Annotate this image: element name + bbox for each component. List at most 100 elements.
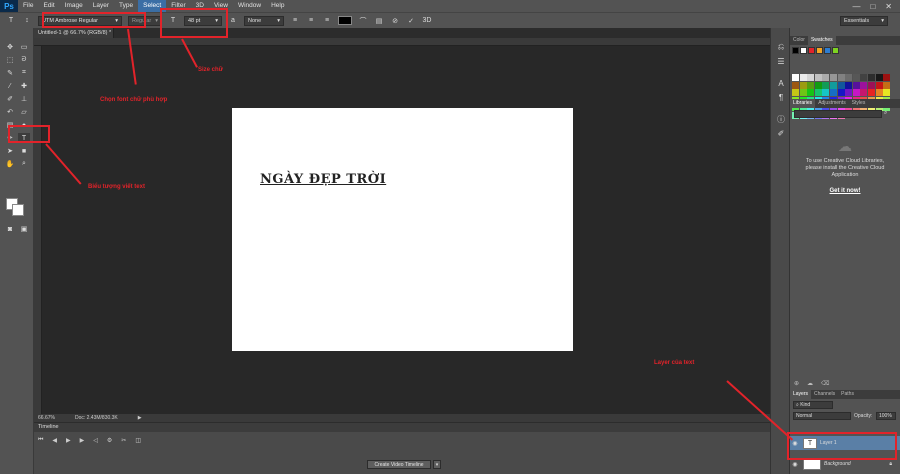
type-tool-preset-icon[interactable]: T — [6, 16, 16, 26]
recent-swatch[interactable] — [832, 47, 839, 54]
swatch-cell[interactable] — [822, 74, 830, 81]
text-orientation-icon[interactable]: ↕ — [22, 16, 32, 26]
split-icon[interactable]: ✂ — [121, 437, 126, 444]
marquee-tool-icon[interactable]: ⬚ — [4, 55, 16, 65]
cancel-icon[interactable]: ⊘ — [390, 16, 400, 26]
swatch-cell[interactable] — [883, 89, 891, 97]
warp-text-icon[interactable]: ⌒ — [358, 16, 368, 26]
swatch-cell[interactable] — [792, 74, 799, 81]
properties-icon[interactable]: ☰ — [775, 56, 787, 66]
swatch-cell[interactable] — [829, 81, 837, 89]
tab-styles[interactable]: Styles — [849, 99, 869, 108]
eyedropper-tool-icon[interactable]: ⁄ — [4, 81, 16, 91]
swatch-cell[interactable] — [807, 81, 815, 89]
swatch-cell[interactable] — [852, 89, 860, 97]
menu-layer[interactable]: Layer — [88, 0, 114, 12]
library-search-icon[interactable]: ⌕ — [884, 110, 894, 118]
audio-icon[interactable]: ◁ — [93, 437, 98, 444]
swatch-cell[interactable] — [845, 89, 853, 97]
library-cloud-icon[interactable]: ☁ — [807, 380, 813, 388]
swatch-cell[interactable] — [852, 74, 860, 81]
canvas-text-layer[interactable]: NGÀY ĐẸP TRỜI — [260, 172, 386, 187]
swatch-cell[interactable] — [814, 81, 822, 89]
workspace-select[interactable]: Essentials ▾ — [840, 15, 888, 26]
path-select-tool-icon[interactable]: ➤ — [4, 146, 16, 156]
swatch-cell[interactable] — [807, 89, 815, 97]
character-icon[interactable]: A — [775, 78, 787, 88]
menu-file[interactable]: File — [18, 0, 38, 12]
recent-swatch[interactable] — [824, 47, 831, 54]
recent-swatch[interactable] — [808, 47, 815, 54]
layer-filter-select[interactable]: ⌕ Kind — [793, 401, 833, 409]
clone-stamp-tool-icon[interactable]: ⊥ — [18, 94, 30, 104]
swatch-cell[interactable] — [829, 74, 837, 81]
swatch-cell[interactable] — [814, 89, 822, 97]
close-icon[interactable]: ✕ — [885, 2, 892, 11]
move-tool-icon[interactable]: ✥ — [4, 42, 16, 52]
history-brush-tool-icon[interactable]: ↶ — [4, 107, 16, 117]
eraser-tool-icon[interactable]: ▱ — [18, 107, 30, 117]
artboard-tool-icon[interactable]: ▭ — [18, 42, 30, 52]
swatch-cell[interactable] — [883, 81, 891, 89]
character-panel-icon[interactable]: ▤ — [374, 16, 384, 26]
create-video-timeline-button[interactable]: Create Video Timeline — [367, 460, 431, 469]
swatch-cell[interactable] — [883, 74, 891, 81]
history-icon[interactable]: ⎌ — [775, 42, 787, 52]
menu-help[interactable]: Help — [266, 0, 289, 12]
align-center-icon[interactable]: ≡ — [306, 16, 316, 26]
blend-mode-select[interactable]: Normal — [793, 412, 851, 420]
swatch-cell[interactable] — [867, 89, 875, 97]
healing-tool-icon[interactable]: ✚ — [18, 81, 30, 91]
swatch-cell[interactable] — [799, 89, 807, 97]
rectangle-tool-icon[interactable]: ■ — [18, 146, 30, 156]
next-frame-icon[interactable]: ▶ — [80, 437, 85, 444]
paragraph-icon[interactable]: ¶ — [775, 92, 787, 102]
transition-icon[interactable]: ◫ — [135, 437, 141, 444]
brush-tool-icon[interactable]: ✐ — [4, 94, 16, 104]
swatch-cell[interactable] — [822, 89, 830, 97]
brush-settings-icon[interactable]: ✐ — [775, 128, 787, 138]
swatch-cell[interactable] — [875, 81, 883, 89]
menu-edit[interactable]: Edit — [38, 0, 59, 12]
swatch-cell[interactable] — [875, 89, 883, 97]
menu-type[interactable]: Type — [114, 0, 138, 12]
library-select[interactable] — [794, 110, 882, 118]
zoom-level[interactable]: 66.67% — [38, 414, 55, 422]
status-arrow-icon[interactable]: ▶ — [138, 414, 142, 422]
swatch-cell[interactable] — [860, 81, 868, 89]
maximize-icon[interactable]: □ — [870, 2, 875, 11]
tab-channels[interactable]: Channels — [811, 390, 838, 399]
document-canvas[interactable]: NGÀY ĐẸP TRỜI — [232, 108, 573, 351]
align-right-icon[interactable]: ≡ — [322, 16, 332, 26]
swatch-cell[interactable] — [860, 74, 868, 81]
hand-tool-icon[interactable]: ✋ — [4, 159, 16, 169]
swatch-cell[interactable] — [799, 74, 807, 81]
swatch-cell[interactable] — [837, 89, 845, 97]
swatch-cell[interactable] — [845, 81, 853, 89]
recent-swatch[interactable] — [816, 47, 823, 54]
menu-image[interactable]: Image — [60, 0, 88, 12]
3d-icon[interactable]: 3D — [422, 16, 432, 26]
swatch-cell[interactable] — [875, 74, 883, 81]
quick-mask-icon[interactable]: ◙ — [4, 224, 16, 234]
menu-window[interactable]: Window — [233, 0, 266, 12]
background-color-swatch[interactable] — [12, 204, 24, 216]
swatch-cell[interactable] — [829, 89, 837, 97]
play-icon[interactable]: ▶ — [66, 437, 71, 444]
opacity-input[interactable]: 100% — [876, 412, 896, 420]
eye-icon[interactable]: ◉ — [790, 461, 800, 468]
library-trash-icon[interactable]: ⌫ — [821, 380, 829, 388]
antialias-select[interactable]: None ▾ — [244, 15, 284, 26]
swatch-cell[interactable] — [792, 81, 799, 89]
library-add-icon[interactable]: ⊕ — [794, 380, 799, 388]
crop-tool-icon[interactable]: ⌗ — [18, 68, 30, 78]
swatch-cell[interactable] — [837, 74, 845, 81]
tab-color[interactable]: Color — [790, 36, 808, 45]
swatch-cell[interactable] — [867, 81, 875, 89]
tab-layers[interactable]: Layers — [790, 390, 812, 399]
tab-adjustments[interactable]: Adjustments — [815, 99, 849, 108]
swatch-cell[interactable] — [852, 81, 860, 89]
swatch-cell[interactable] — [814, 74, 822, 81]
tab-libraries[interactable]: Libraries — [790, 99, 816, 108]
swatch-cell[interactable] — [822, 81, 830, 89]
